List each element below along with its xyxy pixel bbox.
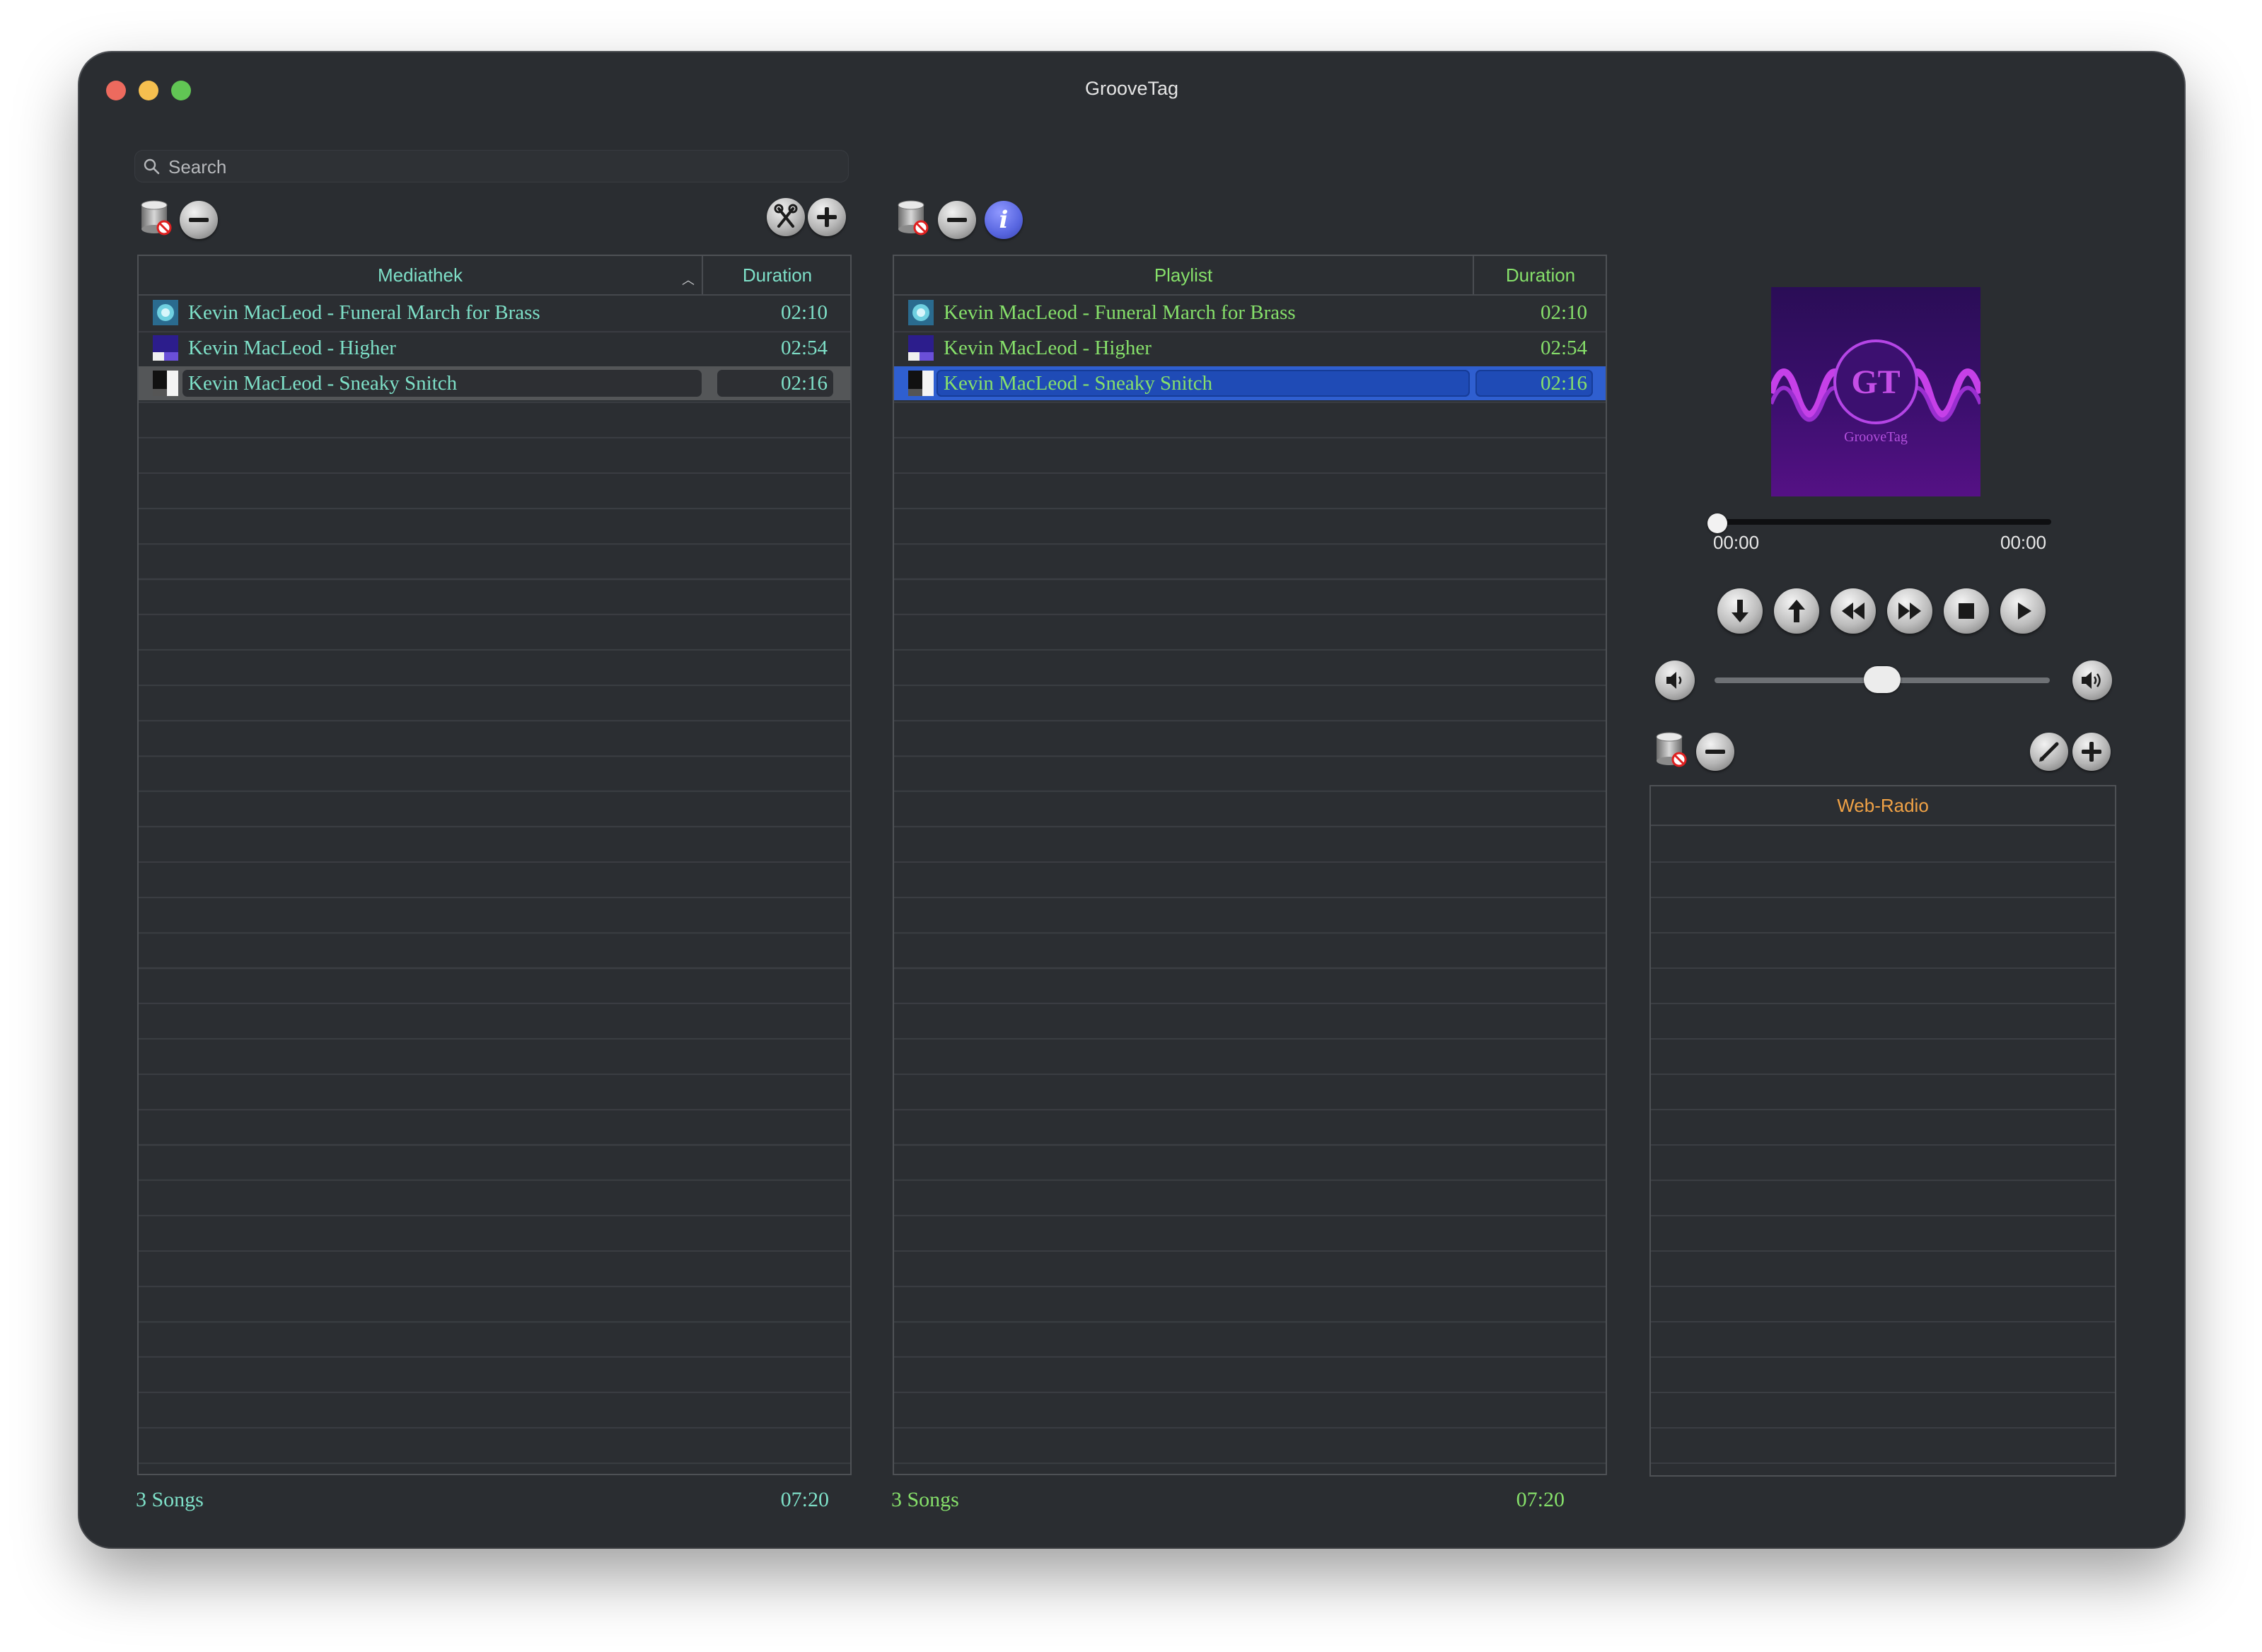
playlist-table-header: Playlist Duration: [894, 256, 1606, 296]
tools-icon: [774, 204, 798, 228]
album-thumbnail-icon: [153, 371, 178, 396]
playlist-title-column-header[interactable]: Playlist: [894, 256, 1473, 294]
remaining-time: 00:00: [2000, 532, 2047, 553]
progress-track[interactable]: [1709, 519, 2051, 525]
library-tools-button[interactable]: [767, 198, 805, 236]
playlist-row[interactable]: Kevin MacLeod - Higher 02:54: [894, 331, 1606, 365]
album-art-brand: GrooveTag: [1844, 429, 1908, 445]
playlist-row-title: Kevin MacLeod - Funeral March for Brass: [944, 301, 1296, 324]
speaker-low-icon: [1666, 672, 1682, 689]
search-placeholder: Search: [168, 156, 227, 178]
stop-icon: [1959, 603, 1974, 619]
web-radio-column-header[interactable]: Web-Radio: [1651, 786, 2115, 826]
playlist-row-selected[interactable]: Kevin MacLeod - Sneaky Snitch 02:16: [894, 366, 1606, 400]
library-row-title: Kevin MacLeod - Funeral March for Brass: [188, 301, 540, 324]
elapsed-time: 00:00: [1713, 532, 1760, 553]
library-row-title: Kevin MacLeod - Higher: [188, 337, 396, 359]
library-song-count: 3 Songs: [136, 1488, 204, 1511]
playlist-row-duration: 02:54: [1540, 337, 1587, 359]
album-thumbnail-icon: [153, 300, 178, 325]
library-row[interactable]: Kevin MacLeod - Funeral March for Brass …: [139, 296, 850, 330]
playlist-duration-column-header[interactable]: Duration: [1473, 256, 1606, 294]
move-down-button[interactable]: [1717, 588, 1763, 634]
playlist-total-duration: 07:20: [1516, 1488, 1565, 1511]
library-row-title: Kevin MacLeod - Sneaky Snitch: [188, 372, 458, 395]
fast-forward-button[interactable]: [1887, 588, 1932, 634]
radio-database-remove-icon[interactable]: [1654, 731, 1689, 768]
library-table-header: Mediathek ︿ Duration: [139, 256, 850, 296]
library-row[interactable]: Kevin MacLeod - Higher 02:54: [139, 331, 850, 365]
playlist-row-duration: 02:10: [1540, 301, 1587, 324]
playlist-row[interactable]: Kevin MacLeod - Funeral March for Brass …: [894, 296, 1606, 330]
library-row-duration: 02:10: [780, 301, 828, 324]
radio-add-button[interactable]: [2072, 733, 2111, 771]
library-database-remove-icon[interactable]: [139, 199, 174, 236]
info-button[interactable]: i: [985, 201, 1023, 239]
info-icon: i: [999, 206, 1009, 234]
library-row-selected[interactable]: Kevin MacLeod - Sneaky Snitch 02:16: [139, 366, 850, 400]
album-art-monogram: GT: [1851, 363, 1900, 401]
playlist-table: Playlist Duration Kevin MacLeod - Funera…: [893, 255, 1607, 1475]
web-radio-table: Web-Radio: [1649, 785, 2116, 1477]
play-icon: [2018, 603, 2031, 620]
search-icon: [144, 158, 160, 175]
rewind-button[interactable]: [1831, 588, 1876, 634]
playlist-row-title: Kevin MacLeod - Higher: [944, 337, 1152, 359]
library-duration-column-header[interactable]: Duration: [702, 256, 850, 294]
volume-slider-knob[interactable]: [1864, 666, 1901, 693]
album-thumbnail-icon: [908, 371, 934, 396]
library-remove-button[interactable]: [180, 201, 218, 239]
search-field[interactable]: Search: [134, 150, 849, 182]
album-thumbnail-icon: [908, 300, 934, 325]
library-title-column-header[interactable]: Mediathek: [139, 256, 702, 294]
volume-down-button[interactable]: [1655, 661, 1695, 700]
library-total-duration: 07:20: [780, 1488, 829, 1511]
sort-ascending-icon: ︿: [682, 273, 695, 287]
playlist-remove-button[interactable]: [938, 201, 976, 239]
speaker-high-icon: [2082, 672, 2101, 689]
app-window: GrooveTag Search Mediathek ︿ Duration Ke…: [79, 52, 2184, 1547]
progress-knob[interactable]: [1707, 513, 1727, 533]
album-art: GT GrooveTag: [1771, 287, 1980, 496]
album-thumbnail-icon: [153, 335, 178, 361]
window-title: GrooveTag: [1084, 78, 1179, 99]
playlist-row-duration: 02:16: [1540, 372, 1587, 395]
rewind-icon: [1842, 603, 1864, 620]
library-row-duration: 02:54: [780, 337, 828, 359]
radio-remove-button[interactable]: [1696, 733, 1734, 771]
arrow-down-icon: [1732, 600, 1748, 622]
playlist-row-title: Kevin MacLeod - Sneaky Snitch: [944, 372, 1213, 395]
library-add-button[interactable]: [808, 198, 846, 236]
arrow-up-icon: [1788, 600, 1805, 622]
radio-edit-button[interactable]: [2030, 733, 2068, 771]
library-row-duration: 02:16: [780, 372, 828, 395]
fast-forward-icon: [1898, 603, 1921, 620]
move-up-button[interactable]: [1774, 588, 1819, 634]
library-table: Mediathek ︿ Duration Kevin MacLeod - Fun…: [137, 255, 852, 1475]
stop-button[interactable]: [1944, 588, 1989, 634]
volume-up-button[interactable]: [2072, 661, 2112, 700]
pencil-icon: [2039, 742, 2059, 762]
play-button[interactable]: [2000, 588, 2046, 634]
playlist-song-count: 3 Songs: [891, 1488, 959, 1511]
playlist-database-remove-icon[interactable]: [895, 199, 931, 236]
album-thumbnail-icon: [908, 335, 934, 361]
